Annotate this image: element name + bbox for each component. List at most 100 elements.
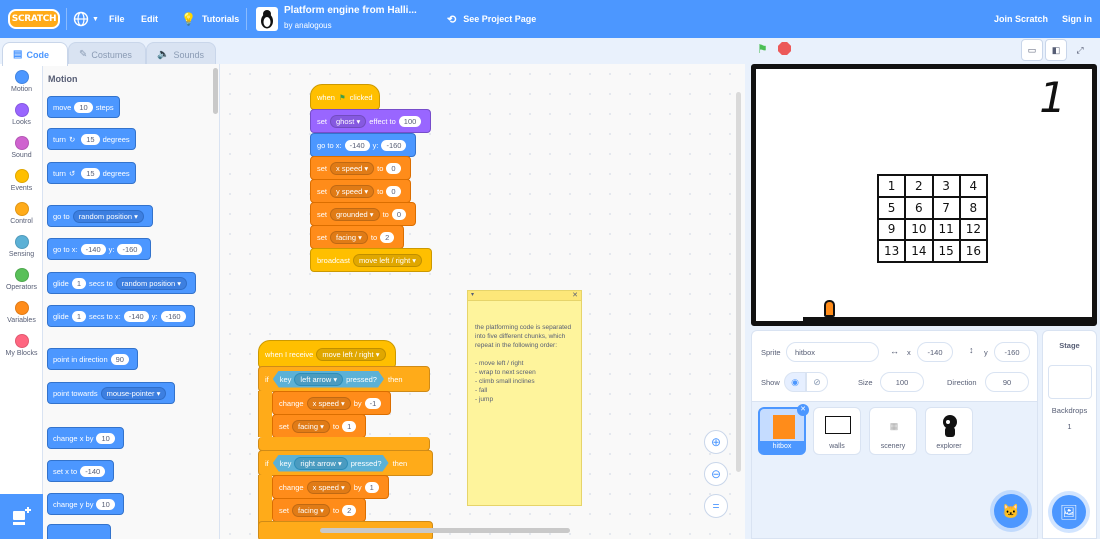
- y-input[interactable]: -160: [160, 310, 186, 322]
- when-i-receive-block[interactable]: when I receive move left / right ▾: [258, 340, 396, 368]
- block-point-direction[interactable]: point in direction 90: [47, 348, 138, 370]
- direction-input[interactable]: 90: [985, 372, 1029, 392]
- green-flag-icon[interactable]: ⚑: [757, 42, 771, 56]
- variable-dropdown[interactable]: facing ▾: [292, 503, 330, 517]
- vertical-scrollbar[interactable]: [736, 92, 741, 472]
- variable-dropdown[interactable]: facing ▾: [292, 419, 330, 433]
- block-glide-xy[interactable]: glide 1 secs to x: -140 y: -160: [47, 305, 195, 327]
- block-turn-left[interactable]: turn ↺ 15 degrees: [47, 162, 136, 184]
- block-partial[interactable]: [47, 524, 111, 539]
- choose-sprite-button[interactable]: 🐱: [994, 494, 1028, 528]
- x-input[interactable]: -140: [123, 310, 149, 322]
- set-effect-block[interactable]: set ghost ▾ effect to 100: [310, 109, 432, 133]
- add-extension-button[interactable]: [0, 494, 43, 539]
- category-variables[interactable]: Variables: [0, 301, 43, 324]
- block-set-x[interactable]: set x to -140: [47, 460, 115, 482]
- project-author[interactable]: by analogous: [284, 21, 332, 30]
- block-go-to-xy[interactable]: go to x: -140 y: -160: [47, 238, 152, 260]
- set-grounded-block[interactable]: set grounded ▾ to 0: [310, 202, 417, 226]
- degrees-input[interactable]: 15: [81, 133, 100, 145]
- delete-sprite-icon[interactable]: ✕: [797, 404, 809, 416]
- choose-backdrop-button[interactable]: 🖼: [1052, 495, 1086, 529]
- close-icon[interactable]: ✕: [572, 291, 578, 300]
- secs-input[interactable]: 1: [71, 310, 87, 322]
- palette-scrollbar[interactable]: [213, 68, 218, 114]
- value-input[interactable]: 1: [342, 420, 357, 432]
- fullscreen-button[interactable]: ⤢: [1069, 39, 1091, 61]
- sprite-tile-explorer[interactable]: explorer: [925, 407, 973, 455]
- steps-input[interactable]: 10: [74, 101, 93, 113]
- see-project-page-button[interactable]: ⟲ See Project Page: [447, 0, 536, 38]
- target-dropdown[interactable]: mouse-pointer ▾: [100, 386, 167, 400]
- zoom-reset-button[interactable]: =: [704, 494, 728, 518]
- note-header[interactable]: ▾ ✕: [468, 291, 581, 301]
- tab-costumes[interactable]: ✎ Costumes: [68, 42, 146, 66]
- block-point-towards[interactable]: point towards mouse-pointer ▾: [47, 382, 176, 404]
- size-input[interactable]: 100: [880, 372, 924, 392]
- value-input[interactable]: 0: [386, 162, 401, 174]
- show-hidden-button[interactable]: ⊘: [806, 372, 828, 392]
- category-sensing[interactable]: Sensing: [0, 235, 43, 258]
- x-position-input[interactable]: -140: [917, 342, 953, 362]
- category-motion[interactable]: Motion: [0, 70, 43, 93]
- show-visible-button[interactable]: ◉: [784, 372, 806, 392]
- when-flag-clicked-block[interactable]: when ⚑ clicked: [310, 84, 380, 110]
- block-turn-right[interactable]: turn ↻ 15 degrees: [47, 128, 136, 150]
- set-facing-block[interactable]: set facing ▾ to 1: [272, 414, 367, 438]
- key-pressed-block[interactable]: key right arrow ▾ pressed?: [273, 455, 389, 472]
- category-sound[interactable]: Sound: [0, 136, 43, 159]
- language-menu[interactable]: ▼: [73, 0, 99, 38]
- zoom-out-button[interactable]: ⊖: [704, 462, 728, 486]
- y-input[interactable]: -160: [117, 243, 143, 255]
- effect-dropdown[interactable]: ghost ▾: [330, 114, 367, 128]
- value-input[interactable]: -1: [364, 397, 382, 409]
- x-input[interactable]: -140: [80, 465, 106, 477]
- key-dropdown[interactable]: left arrow ▾: [294, 373, 343, 386]
- variable-dropdown[interactable]: x speed ▾: [330, 161, 375, 175]
- direction-input[interactable]: 90: [110, 353, 129, 365]
- block-go-to[interactable]: go to random position ▾: [47, 205, 153, 227]
- target-dropdown[interactable]: random position ▾: [72, 209, 144, 223]
- y-input[interactable]: 10: [96, 498, 115, 510]
- category-my-blocks[interactable]: My Blocks: [0, 334, 43, 357]
- key-pressed-block[interactable]: key left arrow ▾ pressed?: [273, 371, 384, 388]
- sprite-tile-walls[interactable]: walls: [813, 407, 861, 455]
- collapse-icon[interactable]: ▾: [471, 291, 474, 300]
- variable-dropdown[interactable]: facing ▾: [330, 230, 368, 244]
- category-control[interactable]: Control: [0, 202, 43, 225]
- stop-icon[interactable]: [778, 42, 791, 55]
- message-dropdown[interactable]: move left / right ▾: [316, 347, 386, 361]
- tab-code[interactable]: ▤ Code: [2, 42, 68, 66]
- stage-target-pane[interactable]: Stage Backdrops 1 🖼: [1042, 330, 1097, 539]
- set-x-speed-block[interactable]: set x speed ▾ to 0: [310, 156, 411, 180]
- y-input[interactable]: -160: [381, 139, 407, 151]
- value-input[interactable]: 2: [380, 231, 395, 243]
- effect-input[interactable]: 100: [398, 115, 422, 127]
- stage-thumbnail[interactable]: [1048, 365, 1092, 399]
- file-menu[interactable]: File: [109, 0, 125, 38]
- script-area[interactable]: when ⚑ clicked set ghost ▾ effect to 100…: [220, 64, 745, 539]
- zoom-in-button[interactable]: ⊕: [704, 430, 728, 454]
- variable-dropdown[interactable]: y speed ▾: [330, 184, 375, 198]
- horizontal-scrollbar[interactable]: [320, 528, 570, 533]
- set-y-speed-block[interactable]: set y speed ▾ to 0: [310, 179, 411, 203]
- degrees-input[interactable]: 15: [81, 167, 100, 179]
- scratch-logo[interactable]: SCRATCH: [8, 9, 60, 29]
- variable-dropdown[interactable]: grounded ▾: [330, 207, 380, 221]
- category-events[interactable]: Events: [0, 169, 43, 192]
- x-input[interactable]: -140: [344, 139, 370, 151]
- note-text[interactable]: the platforming code is separated into f…: [475, 324, 571, 403]
- if-left-arrow-block[interactable]: if key left arrow ▾ pressed? then: [258, 366, 430, 392]
- sign-in-button[interactable]: Sign in: [1062, 0, 1092, 38]
- go-to-xy-block[interactable]: go to x: -140 y: -160: [310, 133, 417, 157]
- set-facing-block[interactable]: set facing ▾ to 2: [272, 498, 367, 522]
- x-input[interactable]: -140: [80, 243, 106, 255]
- broadcast-block[interactable]: broadcast move left / right ▾: [310, 248, 433, 272]
- if-right-arrow-block[interactable]: if key right arrow ▾ pressed? then: [258, 450, 433, 476]
- key-dropdown[interactable]: right arrow ▾: [294, 457, 347, 470]
- value-input[interactable]: 2: [342, 504, 357, 516]
- y-position-input[interactable]: -160: [994, 342, 1030, 362]
- value-input[interactable]: 0: [386, 185, 401, 197]
- tutorials-menu[interactable]: 💡 Tutorials: [181, 0, 239, 38]
- large-stage-button[interactable]: ◧: [1045, 39, 1067, 61]
